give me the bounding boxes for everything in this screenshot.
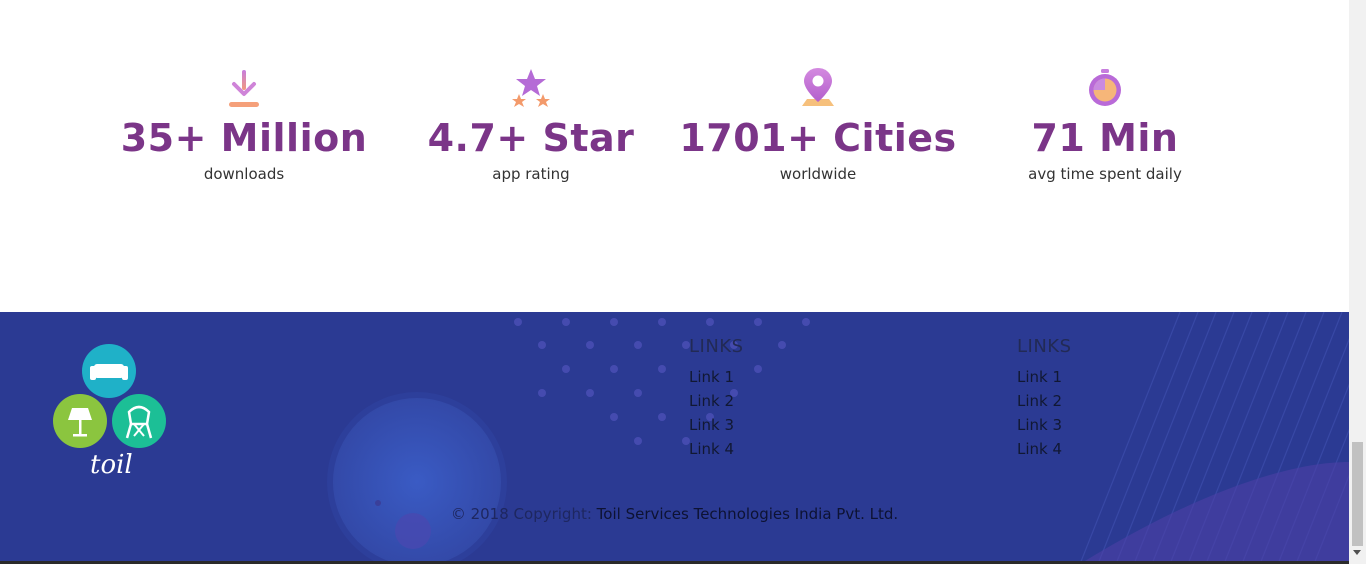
- footer-background-decoration: [327, 312, 1349, 564]
- footer-link-3[interactable]: Link 3: [689, 413, 744, 437]
- download-icon: [229, 70, 259, 107]
- footer-link-4[interactable]: Link 4: [1017, 437, 1072, 461]
- stat-label: downloads: [203, 165, 285, 183]
- stat-value: 71 Min: [1031, 116, 1179, 160]
- stat-value: 4.7+ Star: [427, 116, 635, 160]
- stat-value: 35+ Million: [120, 116, 368, 160]
- footer-links-column-2: LINKS Link 1 Link 2 Link 3 Link 4: [1017, 336, 1072, 461]
- footer-links-column-1: LINKS Link 1 Link 2 Link 3 Link 4: [689, 336, 744, 461]
- footer-link-2[interactable]: Link 2: [1017, 389, 1072, 413]
- stat-rating: 4.7+ Star app rating: [381, 66, 681, 184]
- stat-time: 71 Min avg time spent daily: [955, 66, 1255, 184]
- stats-section: 35+ Million downloads 4.7+ Star app rati…: [0, 0, 1349, 312]
- scrollbar-thumb[interactable]: [1352, 442, 1363, 546]
- star-rating-icon: [512, 69, 550, 107]
- company-link[interactable]: Toil Services Technologies India Pvt. Lt…: [597, 505, 899, 523]
- stat-downloads: 35+ Million downloads: [94, 66, 394, 184]
- toil-logo[interactable]: toil: [52, 344, 170, 484]
- stopwatch-icon: [1089, 69, 1121, 106]
- footer-link-3[interactable]: Link 3: [1017, 413, 1072, 437]
- links-heading: LINKS: [689, 336, 744, 357]
- vertical-scrollbar[interactable]: [1349, 0, 1366, 564]
- stat-label: avg time spent daily: [1028, 165, 1182, 183]
- stat-value: 1701+ Cities: [679, 116, 957, 160]
- links-heading: LINKS: [1017, 336, 1072, 357]
- location-pin-icon: [802, 68, 834, 106]
- logo-text: toil: [90, 450, 133, 480]
- site-footer: toil LINKS Link 1 Link 2 Link 3 Link 4 L…: [0, 312, 1349, 564]
- copyright-prefix: © 2018 Copyright:: [450, 505, 592, 523]
- stat-cities: 1701+ Cities worldwide: [668, 66, 968, 184]
- stat-label: app rating: [492, 165, 570, 183]
- footer-link-2[interactable]: Link 2: [689, 389, 744, 413]
- footer-link-1[interactable]: Link 1: [1017, 365, 1072, 389]
- footer-link-1[interactable]: Link 1: [689, 365, 744, 389]
- scroll-down-arrow-icon[interactable]: [1353, 550, 1361, 555]
- copyright-notice: © 2018 Copyright: Toil Services Technolo…: [0, 505, 1349, 523]
- stat-label: worldwide: [779, 165, 857, 183]
- footer-link-4[interactable]: Link 4: [689, 437, 744, 461]
